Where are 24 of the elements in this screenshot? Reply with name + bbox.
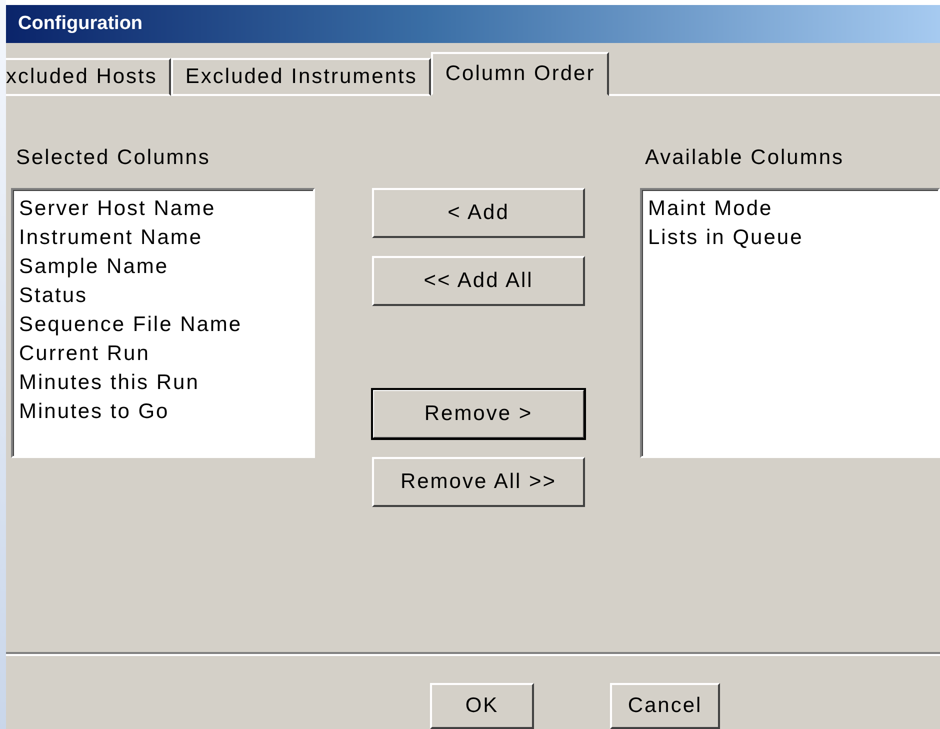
list-item[interactable]: Minutes this Run bbox=[19, 368, 307, 398]
dialog-button[interactable]: OK bbox=[430, 683, 534, 729]
tab[interactable]: xcluded Hosts bbox=[6, 58, 172, 96]
list-item[interactable]: Instrument Name bbox=[19, 223, 307, 252]
tab[interactable]: Column Order bbox=[431, 52, 610, 96]
selected-columns-list[interactable]: Server Host Name Instrument Name Sample Name Status Sequence File Name Current Run Minutes this Run Minutes to Go bbox=[11, 188, 315, 458]
move-button[interactable]: Remove > bbox=[372, 389, 585, 440]
list-item[interactable]: Sequence File Name bbox=[19, 310, 307, 340]
list-label: Available Columns bbox=[644, 146, 846, 172]
move-button[interactable]: << Add All bbox=[372, 256, 585, 306]
list-item[interactable]: Minutes to Go bbox=[19, 397, 307, 426]
tab[interactable]: Excluded Instruments bbox=[171, 58, 432, 96]
list-item[interactable]: Server Host Name bbox=[19, 194, 307, 224]
window-title: Configuration bbox=[18, 13, 143, 36]
list-item[interactable]: Status bbox=[19, 281, 307, 310]
list-label: Selected Columns bbox=[15, 146, 212, 172]
list-item[interactable]: Lists in Queue bbox=[648, 223, 932, 252]
dialog-button[interactable]: Cancel bbox=[610, 683, 720, 729]
available-columns-list[interactable]: Maint Mode Lists in Queue bbox=[640, 188, 940, 458]
list-item[interactable]: Sample Name bbox=[19, 252, 307, 282]
move-button[interactable]: Remove All >> bbox=[372, 457, 585, 508]
move-button[interactable]: < Add bbox=[372, 188, 585, 238]
list-item[interactable]: Maint Mode bbox=[648, 194, 932, 224]
list-item[interactable]: Current Run bbox=[19, 339, 307, 368]
